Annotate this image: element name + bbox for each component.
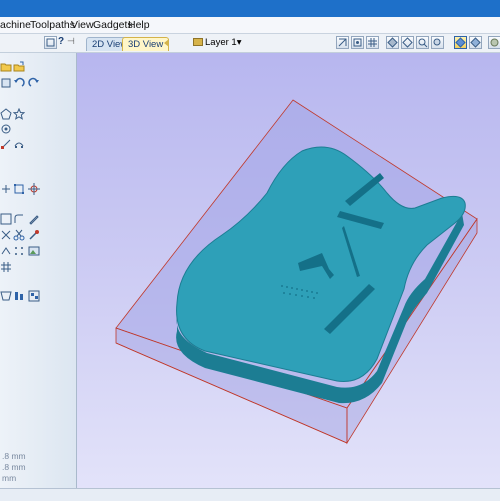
star-icon[interactable] (13, 108, 25, 120)
move-icon[interactable] (28, 183, 40, 195)
knife-icon[interactable] (28, 213, 40, 225)
trim-icon[interactable] (13, 138, 25, 150)
text-icon[interactable] (0, 245, 12, 257)
image-icon[interactable] (28, 245, 40, 257)
draw-icon[interactable] (0, 229, 12, 241)
window-list-icon[interactable] (44, 36, 57, 49)
import-icon[interactable] (0, 77, 12, 89)
grid-small-icon[interactable] (0, 261, 12, 273)
weld-icon[interactable] (0, 138, 12, 150)
undo-icon[interactable] (13, 77, 25, 89)
pin-icon[interactable]: ⊣ (67, 36, 75, 47)
menu-bar: achine Toolpaths View Gadgets Help (0, 17, 500, 34)
node-icon[interactable] (0, 123, 12, 135)
tool-panel: .8 mm .8 mm mm (0, 53, 77, 500)
tab-scroll-icon[interactable] (164, 39, 169, 47)
offset-icon[interactable] (0, 213, 12, 225)
iso-view-icon[interactable] (386, 36, 399, 49)
menu-help[interactable]: Help (128, 19, 150, 31)
snap-icon[interactable] (0, 183, 12, 195)
dim-y-readout: .8 mm (2, 462, 26, 472)
zoom-icon[interactable] (416, 36, 429, 49)
scissors-icon[interactable] (13, 229, 25, 241)
3d-viewport[interactable] (77, 53, 500, 500)
distort-icon[interactable] (0, 290, 12, 302)
help-icon[interactable]: ? (58, 36, 64, 47)
nest-icon[interactable] (28, 290, 40, 302)
layers-icon (193, 38, 203, 47)
view-toolbar: ? ⊣ 2D View 3D View Layer 1▾ (0, 34, 500, 53)
toolpath-icon[interactable] (28, 229, 40, 241)
folder-icon[interactable] (0, 61, 12, 73)
array-icon[interactable] (13, 245, 25, 257)
layer-label: Layer 1 (205, 37, 237, 48)
menu-view[interactable]: View (71, 19, 94, 31)
menu-machine[interactable]: achine (0, 19, 31, 31)
render-icon[interactable] (454, 36, 467, 49)
save-icon[interactable] (13, 61, 25, 73)
transform-icon[interactable] (13, 183, 25, 195)
shape-icon[interactable] (0, 108, 12, 120)
layer-selector[interactable]: Layer 1▾ (193, 37, 241, 48)
tab-3d-view[interactable]: 3D View (122, 37, 170, 51)
fit-view-icon[interactable] (351, 36, 364, 49)
shaded-icon[interactable] (469, 36, 482, 49)
material-icon[interactable] (488, 36, 500, 49)
menu-gadgets[interactable]: Gadgets (93, 19, 133, 31)
dim-x-readout: .8 mm (2, 451, 26, 461)
front-view-icon[interactable] (401, 36, 414, 49)
fillet-icon[interactable] (13, 213, 25, 225)
chevron-down-icon: ▾ (236, 37, 242, 48)
align-icon[interactable] (13, 290, 25, 302)
grid-icon[interactable] (366, 36, 379, 49)
status-bar (0, 488, 500, 501)
zoom-box-icon[interactable] (431, 36, 444, 49)
view-top-icon[interactable] (336, 36, 349, 49)
menu-toolpaths[interactable]: Toolpaths (30, 19, 75, 31)
dim-z-readout: mm (2, 473, 17, 483)
title-bar (0, 0, 500, 17)
3d-scene[interactable] (77, 53, 500, 500)
redo-icon[interactable] (28, 77, 40, 89)
